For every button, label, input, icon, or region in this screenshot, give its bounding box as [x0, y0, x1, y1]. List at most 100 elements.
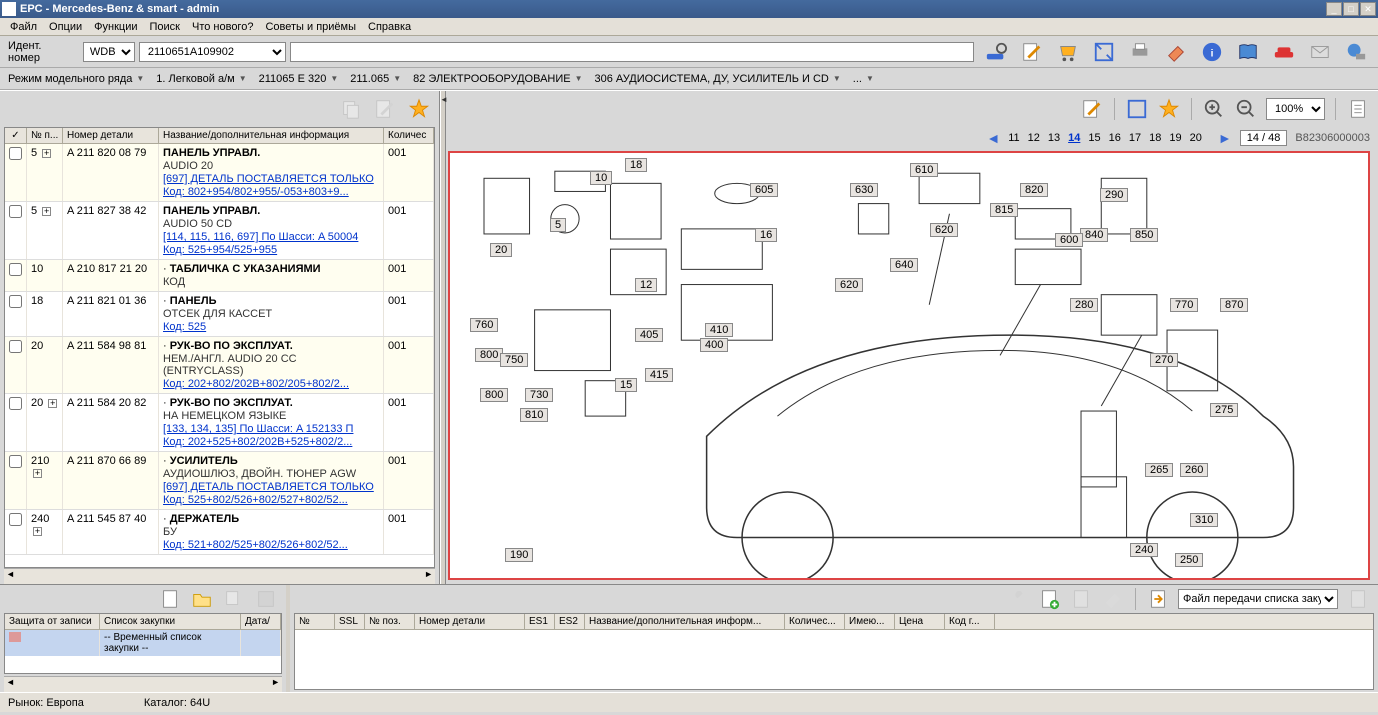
list-row[interactable]: -- Временный список закупки --: [5, 630, 281, 656]
open-list-icon[interactable]: [190, 587, 214, 611]
col-header[interactable]: № поз.: [365, 614, 415, 629]
callout-label[interactable]: 270: [1150, 353, 1178, 367]
row-checkbox[interactable]: [9, 205, 22, 218]
callout-label[interactable]: 260: [1180, 463, 1208, 477]
col-header[interactable]: ES1: [525, 614, 555, 629]
detail-link[interactable]: [114, 115, 116, 697] По Шасси: A 50004: [163, 231, 379, 243]
callout-label[interactable]: 630: [850, 183, 878, 197]
menu-item[interactable]: Файл: [4, 19, 43, 35]
col-header[interactable]: Количес...: [785, 614, 845, 629]
callout-label[interactable]: 190: [505, 548, 533, 562]
breadcrumb-item[interactable]: ... ▼: [853, 73, 874, 85]
callout-label[interactable]: 250: [1175, 553, 1203, 567]
callout-label[interactable]: 18: [625, 158, 647, 172]
doc2-icon[interactable]: [1069, 587, 1093, 611]
zoom-in-icon[interactable]: [1202, 97, 1226, 121]
car-red-icon[interactable]: [1270, 38, 1298, 66]
col-header[interactable]: Номер детали: [415, 614, 525, 629]
col-header[interactable]: Цена: [895, 614, 945, 629]
detail-link[interactable]: Код: 802+954/802+955/-053+803+9...: [163, 186, 379, 198]
page-number[interactable]: 15: [1088, 132, 1100, 144]
minimize-button[interactable]: _: [1326, 2, 1342, 16]
breadcrumb-item[interactable]: 211065 E 320 ▼: [259, 73, 339, 85]
mail-icon[interactable]: [1306, 38, 1334, 66]
parts-row[interactable]: 18A 211 821 01 36· ПАНЕЛЬОТСЕК ДЛЯ КАССЕ…: [5, 292, 434, 337]
expand-toggle[interactable]: +: [33, 469, 42, 478]
detail-link[interactable]: Код: 525: [163, 321, 379, 333]
callout-label[interactable]: 610: [910, 163, 938, 177]
callout-label[interactable]: 400: [700, 338, 728, 352]
page-number[interactable]: 14: [1068, 132, 1080, 144]
menu-item[interactable]: Что нового?: [186, 19, 259, 35]
page-icon[interactable]: [1346, 97, 1370, 121]
page-number[interactable]: 11: [1008, 132, 1019, 144]
callout-label[interactable]: 415: [645, 368, 673, 382]
row-checkbox[interactable]: [9, 340, 22, 353]
horizontal-scrollbar[interactable]: [4, 568, 435, 584]
bl-scrollbar[interactable]: [4, 676, 282, 692]
callout-label[interactable]: 10: [590, 171, 612, 185]
expand-toggle[interactable]: +: [42, 149, 51, 158]
print-icon[interactable]: [1126, 38, 1154, 66]
callout-label[interactable]: 310: [1190, 513, 1218, 527]
callout-label[interactable]: 410: [705, 323, 733, 337]
callout-label[interactable]: 850: [1130, 228, 1158, 242]
col-header[interactable]: Список закупки: [100, 614, 241, 629]
parts-row[interactable]: 210 +A 211 870 66 89· УСИЛИТЕЛЬАУДИОШЛЮЗ…: [5, 452, 434, 510]
row-checkbox[interactable]: [9, 295, 22, 308]
export-icon[interactable]: [1146, 587, 1170, 611]
order-grid[interactable]: №SSL№ поз.Номер деталиES1ES2Название/доп…: [294, 613, 1374, 690]
callout-label[interactable]: 620: [835, 278, 863, 292]
callout-label[interactable]: 290: [1100, 188, 1128, 202]
expand-toggle[interactable]: +: [33, 527, 42, 536]
col-qty[interactable]: Количес: [384, 128, 434, 143]
callout-label[interactable]: 770: [1170, 298, 1198, 312]
detail-link[interactable]: Код: 202+525+802/202B+525+802/2...: [163, 436, 379, 448]
page-number[interactable]: 12: [1028, 132, 1040, 144]
parts-table[interactable]: ✓ № п... Номер детали Название/дополните…: [4, 127, 435, 568]
col-header[interactable]: Дата/: [241, 614, 281, 629]
breadcrumb-item[interactable]: 306 АУДИОСИСТЕМА, ДУ, УСИЛИТЕЛЬ И CD ▼: [595, 73, 841, 85]
col-header[interactable]: Защита от записи: [5, 614, 100, 629]
parts-row[interactable]: 20A 211 584 98 81· РУК-ВО ПО ЭКСПЛУАТ.НЕ…: [5, 337, 434, 394]
callout-label[interactable]: 405: [635, 328, 663, 342]
callout-label[interactable]: 600: [1055, 233, 1083, 247]
next-page-icon[interactable]: ►: [1218, 130, 1232, 146]
parts-row[interactable]: 20 +A 211 584 20 82· РУК-ВО ПО ЭКСПЛУАТ.…: [5, 394, 434, 452]
callout-label[interactable]: 16: [755, 228, 777, 242]
detail-link[interactable]: [697] ДЕТАЛЬ ПОСТАВЛЯЕТСЯ ТОЛЬКО: [163, 173, 379, 185]
col-header[interactable]: Имею...: [845, 614, 895, 629]
page-number[interactable]: 16: [1109, 132, 1121, 144]
save-list-icon[interactable]: [254, 587, 278, 611]
menu-item[interactable]: Функции: [88, 19, 143, 35]
menu-item[interactable]: Опции: [43, 19, 88, 35]
eraser-icon[interactable]: [1162, 38, 1190, 66]
col-header[interactable]: ES2: [555, 614, 585, 629]
parts-row[interactable]: 5 +A 211 827 38 42ПАНЕЛЬ УПРАВЛ.AUDIO 50…: [5, 202, 434, 260]
star-icon[interactable]: [407, 97, 431, 121]
col-header[interactable]: Название/дополнительная информ...: [585, 614, 785, 629]
breadcrumb-item[interactable]: 82 ЭЛЕКТРООБОРУДОВАНИЕ ▼: [413, 73, 582, 85]
callout-label[interactable]: 840: [1080, 228, 1108, 242]
wrench-icon[interactable]: [1005, 587, 1029, 611]
close-button[interactable]: ✕: [1360, 2, 1376, 16]
page-number[interactable]: 13: [1048, 132, 1060, 144]
detail-link[interactable]: Код: 525+954/525+955: [163, 244, 379, 256]
col-header[interactable]: №: [295, 614, 335, 629]
page-number[interactable]: 19: [1169, 132, 1181, 144]
edit-diagram-icon[interactable]: [1080, 97, 1104, 121]
menu-item[interactable]: Поиск: [144, 19, 186, 35]
row-checkbox[interactable]: [9, 147, 22, 160]
expand-toggle[interactable]: +: [42, 207, 51, 216]
shopping-list-grid[interactable]: Защита от записиСписок закупкиДата/ -- В…: [4, 613, 282, 674]
row-checkbox[interactable]: [9, 455, 22, 468]
col-header[interactable]: SSL: [335, 614, 365, 629]
callout-label[interactable]: 820: [1020, 183, 1048, 197]
car-search-icon[interactable]: [982, 38, 1010, 66]
globe-print-icon[interactable]: [1342, 38, 1370, 66]
menu-item[interactable]: Справка: [362, 19, 417, 35]
expand-toggle[interactable]: +: [48, 399, 57, 408]
parts-row[interactable]: 5 +A 211 820 08 79ПАНЕЛЬ УПРАВЛ.AUDIO 20…: [5, 144, 434, 202]
page-number[interactable]: 20: [1190, 132, 1202, 144]
callout-label[interactable]: 730: [525, 388, 553, 402]
